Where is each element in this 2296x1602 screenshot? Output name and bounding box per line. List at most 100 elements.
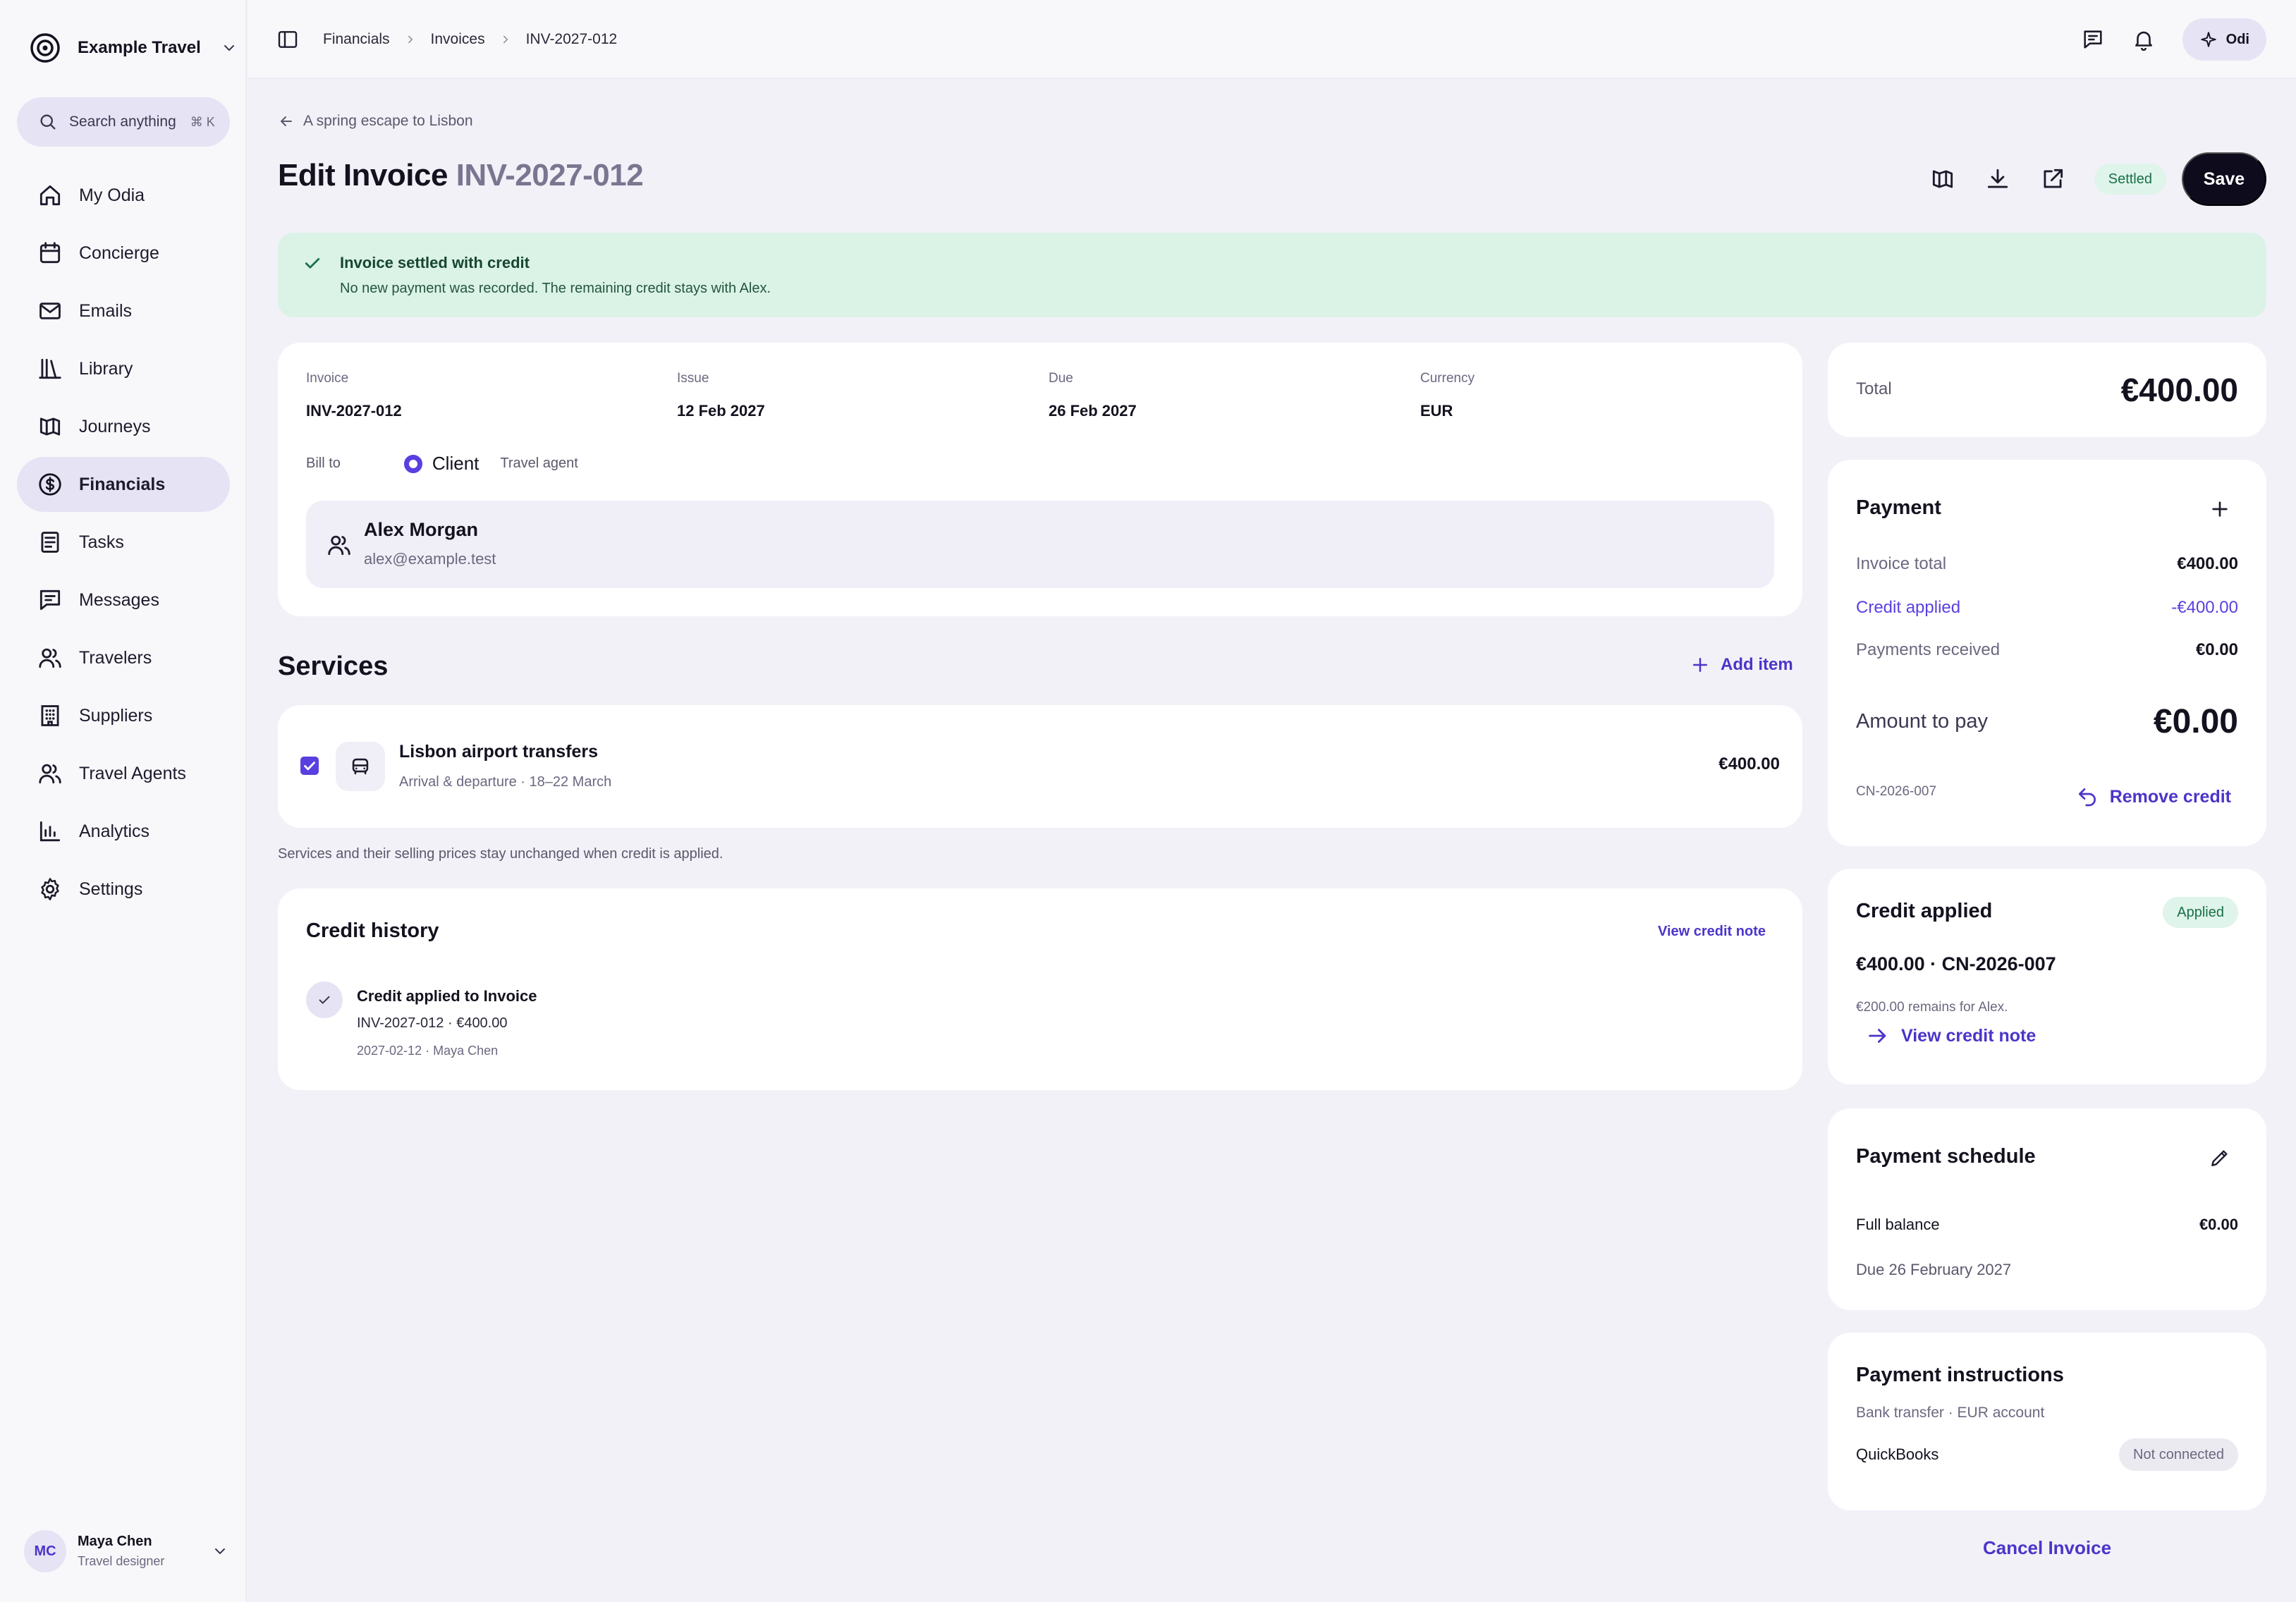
row-value: €400.00: [2177, 554, 2238, 573]
service-type-badge: [336, 742, 385, 791]
invoice-number-field: Invoice INV-2027-012: [306, 371, 402, 420]
sidebar-item-analytics[interactable]: Analytics: [17, 804, 230, 859]
sidebar-item-label: Travelers: [79, 647, 152, 668]
workspace-name: Example Travel: [78, 38, 201, 57]
history-status-dot: [306, 982, 343, 1018]
add-item-button[interactable]: Add item: [1690, 654, 1793, 675]
sidebar-item-travelers[interactable]: Travelers: [17, 630, 230, 685]
credit-note-ref: CN-2026-007: [1856, 784, 1937, 799]
car-icon: [352, 758, 369, 775]
amount-to-pay-label: Amount to pay: [1856, 710, 1988, 733]
sidebar-item-label: Financials: [79, 474, 166, 494]
breadcrumb-financials[interactable]: Financials: [323, 31, 390, 48]
page-title-number: INV-2027-012: [456, 158, 644, 192]
user-name: Maya Chen: [78, 1534, 152, 1549]
field-label: Currency: [1420, 371, 1475, 386]
assistant-button[interactable]: Odi: [2182, 18, 2266, 61]
breadcrumb: Financials Invoices INV-2027-012: [323, 28, 617, 51]
due-date-field[interactable]: Due 26 Feb 2027: [1049, 371, 1137, 420]
view-credit-note-button[interactable]: View credit note: [1866, 1024, 2036, 1048]
undo-icon: [2078, 788, 2096, 807]
view-credit-note-link[interactable]: View credit note: [1658, 924, 1766, 940]
sidebar-item-financials[interactable]: Financials: [17, 457, 230, 512]
sidebar: Example Travel Search anything ⌘ K My Od…: [0, 0, 247, 1602]
amount-to-pay-value: €0.00: [2153, 703, 2238, 740]
sidebar-item-my-odia[interactable]: My Odia: [17, 168, 230, 223]
sidebar-nav: My Odia Concierge Emails Library Journey…: [17, 168, 230, 919]
sidebar-item-library[interactable]: Library: [17, 341, 230, 396]
preview-icon[interactable]: [1929, 166, 1956, 192]
field-value: INV-2027-012: [306, 402, 402, 420]
history-entry-title: Credit applied to Invoice: [357, 987, 537, 1005]
sidebar-item-messages[interactable]: Messages: [17, 573, 230, 628]
calendar-icon: [39, 242, 61, 264]
sidebar-item-suppliers[interactable]: Suppliers: [17, 688, 230, 743]
sidebar-item-settings[interactable]: Settings: [17, 862, 230, 917]
service-detail: Arrival & departure · 18–22 March: [399, 774, 612, 790]
services-heading: Services: [278, 652, 389, 681]
add-payment-icon[interactable]: [2209, 498, 2231, 520]
cancel-invoice-button[interactable]: Cancel Invoice: [1828, 1537, 2266, 1559]
sidebar-item-label: My Odia: [79, 185, 145, 205]
payment-schedule-card: Payment schedule Full balance €0.00 Due …: [1828, 1108, 2266, 1310]
sidebar-item-travel-agents[interactable]: Travel Agents: [17, 746, 230, 801]
radio-client-label[interactable]: Client: [432, 453, 479, 475]
total-value: €400.00: [2120, 372, 2238, 408]
schedule-due-date: Due 26 February 2027: [1856, 1261, 2012, 1278]
sidebar-item-label: Tasks: [79, 532, 124, 552]
sidebar-item-journeys[interactable]: Journeys: [17, 399, 230, 454]
issue-date-field[interactable]: Issue 12 Feb 2027: [677, 371, 765, 420]
breadcrumb-current: INV-2027-012: [525, 31, 618, 47]
credit-history-heading: Credit history: [306, 919, 439, 942]
plus-icon: [1693, 658, 1707, 672]
search-placeholder: Search anything: [69, 114, 176, 130]
chat-icon[interactable]: [2081, 27, 2105, 51]
pencil-icon[interactable]: [2209, 1147, 2231, 1169]
save-button[interactable]: Save: [2182, 152, 2266, 206]
row-label: Credit applied: [1856, 598, 1961, 617]
search-input[interactable]: Search anything ⌘ K: [17, 97, 230, 147]
service-name: Lisbon airport transfers: [399, 742, 598, 762]
user-role: Travel designer: [78, 1554, 165, 1568]
payment-method: Bank transfer · EUR account: [1856, 1405, 2045, 1421]
dollar-icon: [39, 473, 61, 496]
service-row[interactable]: Lisbon airport transfers Arrival & depar…: [278, 705, 1802, 828]
avatar: MC: [24, 1530, 66, 1572]
payment-instructions-heading: Payment instructions: [1856, 1364, 2064, 1386]
bell-icon[interactable]: [2132, 27, 2156, 51]
integration-status-badge[interactable]: Not connected: [2119, 1438, 2238, 1471]
radio-client[interactable]: [403, 454, 422, 473]
credit-remaining: €200.00 remains for Alex.: [1856, 1000, 2008, 1015]
currency-field[interactable]: Currency EUR: [1420, 371, 1474, 420]
message-icon: [39, 589, 61, 611]
back-link[interactable]: A spring escape to Lisbon: [278, 113, 473, 130]
home-icon: [39, 185, 61, 206]
external-link-icon[interactable]: [2039, 166, 2066, 192]
building-icon: [41, 705, 59, 726]
invoice-details-card: Invoice INV-2027-012 Issue 12 Feb 2027 D…: [278, 343, 1802, 616]
sidebar-item-emails[interactable]: Emails: [17, 283, 230, 338]
top-actions: Odi: [2081, 18, 2266, 61]
breadcrumb-invoices[interactable]: Invoices: [431, 31, 485, 48]
top-bar: Financials Invoices INV-2027-012 Odi: [248, 0, 2296, 79]
radio-travel-agent-label[interactable]: Travel agent: [500, 455, 578, 472]
client-card[interactable]: Alex Morgan alex@example.test: [306, 501, 1774, 588]
field-label: Due: [1049, 371, 1073, 386]
client-email: alex@example.test: [364, 550, 496, 568]
download-icon[interactable]: [1984, 166, 2011, 192]
success-alert: Invoice settled with credit No new payme…: [278, 233, 2266, 317]
service-checkbox[interactable]: [300, 757, 319, 775]
remove-credit-button[interactable]: Remove credit: [2076, 785, 2231, 808]
row-label: Invoice total: [1856, 554, 1947, 573]
sidebar-item-tasks[interactable]: Tasks: [17, 515, 230, 570]
map-icon: [39, 417, 61, 436]
sidebar-toggle-icon[interactable]: [276, 28, 299, 51]
amount-to-pay-row: Amount to pay €0.00: [1856, 702, 2238, 741]
workspace-switcher[interactable]: Example Travel: [30, 31, 238, 65]
user-menu[interactable]: MC Maya Chen Travel designer: [24, 1529, 228, 1574]
bill-to-label: Bill to: [306, 455, 341, 471]
search-icon: [40, 114, 56, 130]
check-icon: [304, 762, 315, 771]
payment-row-credit: Credit applied -€400.00: [1856, 598, 2238, 618]
sidebar-item-concierge[interactable]: Concierge: [17, 226, 230, 281]
